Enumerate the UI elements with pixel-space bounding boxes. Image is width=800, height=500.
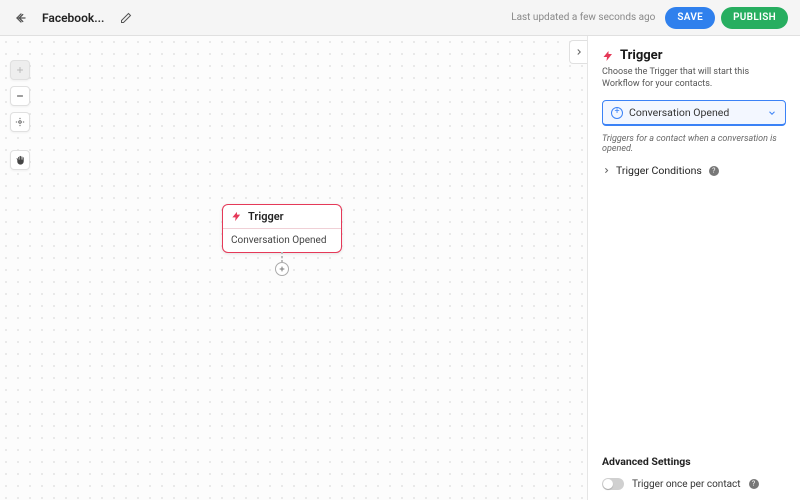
trigger-type-select[interactable]: + Conversation Opened [602, 100, 786, 126]
zoom-reset-button[interactable] [10, 112, 30, 132]
trigger-once-label: Trigger once per contact [632, 479, 741, 490]
main: Trigger Conversation Opened Trigger Choo… [0, 36, 800, 500]
trigger-conditions-label: Trigger Conditions [616, 164, 702, 177]
advanced-settings-heading: Advanced Settings [602, 455, 786, 468]
trigger-description: Triggers for a contact when a conversati… [602, 134, 786, 154]
save-button[interactable]: SAVE [665, 7, 715, 29]
trigger-node-title: Trigger [248, 210, 284, 223]
zoom-controls [10, 60, 30, 132]
plus-circle-icon: + [611, 107, 623, 119]
publish-button[interactable]: PUBLISH [721, 7, 788, 29]
zoom-out-button[interactable] [10, 86, 30, 106]
pan-tool-button[interactable] [10, 150, 30, 170]
help-icon[interactable]: ? [709, 166, 719, 176]
workflow-title: Facebook... [42, 11, 104, 25]
edit-title-button[interactable] [120, 12, 132, 24]
topbar: Facebook... Last updated a few seconds a… [0, 0, 800, 36]
bolt-icon [602, 50, 614, 62]
zoom-in-button[interactable] [10, 60, 30, 80]
side-panel: Trigger Choose the Trigger that will sta… [588, 36, 800, 500]
trigger-node-body: Conversation Opened [223, 229, 341, 252]
trigger-once-toggle[interactable] [602, 478, 624, 490]
chevron-down-icon [767, 108, 777, 118]
chevron-right-icon [602, 166, 611, 175]
trigger-node[interactable]: Trigger Conversation Opened [222, 204, 342, 253]
back-button[interactable] [12, 9, 30, 27]
trigger-conditions-toggle[interactable]: Trigger Conditions ? [602, 164, 786, 177]
panel-title: Trigger [620, 48, 662, 63]
collapse-panel-button[interactable] [569, 40, 587, 64]
selected-trigger-label: Conversation Opened [629, 106, 729, 119]
last-updated-text: Last updated a few seconds ago [511, 12, 655, 23]
add-step-button[interactable] [275, 262, 289, 276]
panel-subtitle: Choose the Trigger that will start this … [602, 67, 786, 90]
help-icon[interactable]: ? [749, 479, 759, 489]
canvas[interactable]: Trigger Conversation Opened [0, 36, 588, 500]
bolt-icon [231, 211, 242, 222]
